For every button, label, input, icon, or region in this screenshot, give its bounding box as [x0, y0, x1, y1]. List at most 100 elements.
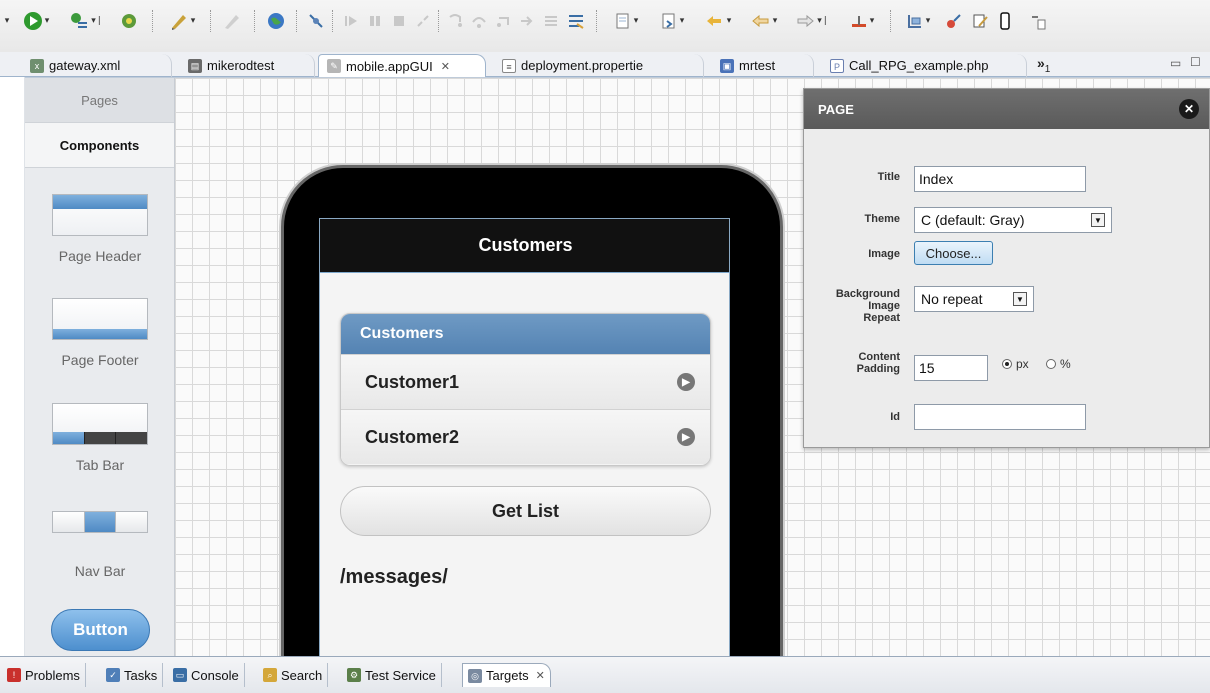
- panel-header: PAGE ✕: [804, 89, 1209, 129]
- theme-select[interactable]: C (default: Gray) ▼: [914, 207, 1112, 233]
- view-tab-problems[interactable]: ! Problems: [2, 663, 86, 687]
- skip-breakpoints-icon[interactable]: [304, 8, 328, 34]
- tasks-icon: ✓: [106, 668, 120, 682]
- problems-icon: !: [7, 668, 21, 682]
- view-tab-targets[interactable]: ◎ Targets ✕: [462, 663, 551, 687]
- content-padding-field[interactable]: 15: [914, 355, 988, 381]
- step-over-icon[interactable]: [468, 8, 490, 34]
- chevron-down-icon: ▼: [1013, 292, 1027, 306]
- radio-selected-icon: [1002, 359, 1012, 369]
- view-tab-search[interactable]: ⌕ Search: [258, 663, 329, 687]
- close-tab-icon[interactable]: ✕: [536, 669, 545, 682]
- use-step-filters-icon[interactable]: [540, 8, 562, 34]
- palette-item-button[interactable]: Button: [51, 609, 150, 651]
- theme-select-value: C (default: Gray): [921, 212, 1025, 228]
- view-tab-console[interactable]: ▭ Console: [168, 663, 245, 687]
- pin-icon[interactable]: ▾: [842, 8, 882, 34]
- palette-item-label: Tab Bar: [75, 457, 125, 473]
- search-icon: ⌕: [263, 668, 277, 682]
- palette-item-nav-bar[interactable]: Nav Bar: [25, 511, 175, 579]
- back-icon[interactable]: ▾: [742, 8, 786, 34]
- tab-overflow-button[interactable]: »1: [1037, 55, 1050, 75]
- pen-disabled-icon[interactable]: [218, 8, 246, 34]
- view-tab-label: Console: [191, 667, 239, 683]
- unit-percent-radio[interactable]: %: [1046, 357, 1071, 371]
- view-tab-test-service[interactable]: ⚙ Test Service: [342, 663, 442, 687]
- padding-label-line: Padding: [856, 363, 900, 375]
- pen-tool-icon[interactable]: ▾: [162, 8, 202, 34]
- external-tools-icon[interactable]: ▾ |: [62, 8, 108, 34]
- choose-image-button[interactable]: Choose...: [914, 241, 993, 265]
- list-item-label: Customer2: [365, 426, 460, 447]
- maximize-icon[interactable]: ☐: [1190, 55, 1201, 69]
- terminate-icon[interactable]: [388, 8, 410, 34]
- toolbar-separator: [210, 10, 211, 32]
- customer-list[interactable]: Customers Customer1 ▶ Customer2 ▶: [340, 313, 711, 466]
- list-item[interactable]: Customer2 ▶: [341, 409, 710, 464]
- edit-icon[interactable]: [968, 8, 992, 34]
- unit-px-radio[interactable]: px: [1002, 357, 1029, 371]
- padding-label-line: Content: [858, 351, 900, 363]
- close-icon[interactable]: ✕: [1179, 99, 1199, 119]
- toolbar-separator: [596, 10, 597, 32]
- editor-tab-mobile-appgui[interactable]: ✎ mobile.appGUI ✕: [318, 54, 486, 77]
- unit-percent-label: %: [1060, 357, 1071, 371]
- targets-icon: ◎: [468, 668, 482, 683]
- run-dropdown-icon[interactable]: ▾: [14, 8, 58, 34]
- page-header[interactable]: Customers: [320, 219, 729, 273]
- editor-tab-gateway[interactable]: x gateway.xml: [22, 54, 172, 77]
- get-list-button[interactable]: Get List: [340, 486, 711, 536]
- editor-tab-label: mrtest: [739, 58, 776, 73]
- nav-bar-thumbnail-icon: [52, 511, 148, 533]
- web-icon[interactable]: [262, 8, 290, 34]
- chevron-right-icon: ▶: [677, 373, 695, 391]
- step-return-icon[interactable]: [492, 8, 514, 34]
- title-field[interactable]: Index: [914, 166, 1086, 192]
- step-filter-active-icon[interactable]: [564, 8, 588, 34]
- view-tab-tasks[interactable]: ✓ Tasks: [101, 663, 164, 687]
- phone-icon[interactable]: [994, 8, 1016, 34]
- toolbar-separator: [332, 10, 333, 32]
- unit-px-label: px: [1016, 357, 1029, 371]
- bottom-views-bar: ! Problems ✓ Tasks ▭ Console ⌕ Search ⚙ …: [0, 656, 1210, 693]
- suspend-icon[interactable]: [364, 8, 386, 34]
- messages-label[interactable]: /messages/: [340, 566, 448, 589]
- debug-icon[interactable]: [116, 8, 142, 34]
- background-repeat-select[interactable]: No repeat ▼: [914, 286, 1034, 312]
- close-tab-icon[interactable]: ✕: [441, 60, 450, 73]
- bg-label-line: Repeat: [863, 312, 900, 324]
- step-into-icon[interactable]: [444, 8, 466, 34]
- minimize-icon[interactable]: ▭: [1170, 56, 1181, 70]
- palette-item-tab-bar[interactable]: Tab Bar: [25, 403, 175, 473]
- palette-item-page-header[interactable]: Page Header: [25, 194, 175, 264]
- left-gutter: [0, 77, 25, 656]
- export-icon[interactable]: [1026, 8, 1050, 34]
- new-wizard-icon[interactable]: ▾: [604, 8, 648, 34]
- page-footer-thumbnail-icon: [52, 298, 148, 340]
- editor-tab-deployment[interactable]: ≡ deployment.propertie: [494, 54, 704, 77]
- next-annotation-icon[interactable]: ▾: [650, 8, 694, 34]
- toolbar-overflow-dropdown[interactable]: ▾: [0, 8, 12, 34]
- editor-tab-call-rpg[interactable]: P Call_RPG_example.php: [822, 54, 1027, 77]
- list-item[interactable]: Customer1 ▶: [341, 354, 710, 409]
- previous-annotation-icon[interactable]: ▾: [696, 8, 740, 34]
- resume-icon[interactable]: [340, 8, 362, 34]
- xml-file-icon: x: [30, 58, 44, 73]
- palette-tab-components[interactable]: Components: [25, 123, 174, 168]
- palette-tab-pages[interactable]: Pages: [25, 78, 174, 123]
- gui-editor-area: Pages Components Page Header Page Footer: [25, 77, 1210, 656]
- palette-item-page-footer[interactable]: Page Footer: [25, 298, 175, 368]
- editor-tab-mrtest[interactable]: ▣ mrtest: [712, 54, 814, 77]
- background-repeat-value: No repeat: [921, 291, 983, 307]
- forward-icon[interactable]: ▾ |: [788, 8, 834, 34]
- phone-screen[interactable]: Customers Customers Customer1 ▶ Customer…: [319, 218, 730, 656]
- sync-icon[interactable]: [942, 8, 966, 34]
- view-tab-label: Tasks: [124, 667, 158, 683]
- id-field[interactable]: [914, 404, 1086, 430]
- drop-to-frame-icon[interactable]: [516, 8, 538, 34]
- window-icon[interactable]: ▾: [896, 8, 940, 34]
- disconnect-icon[interactable]: [412, 8, 434, 34]
- mobile-gui-file-icon: ✎: [327, 59, 341, 73]
- overflow-count: 1: [1044, 63, 1051, 75]
- editor-tab-mikerodtest[interactable]: ▤ mikerodtest: [180, 54, 315, 77]
